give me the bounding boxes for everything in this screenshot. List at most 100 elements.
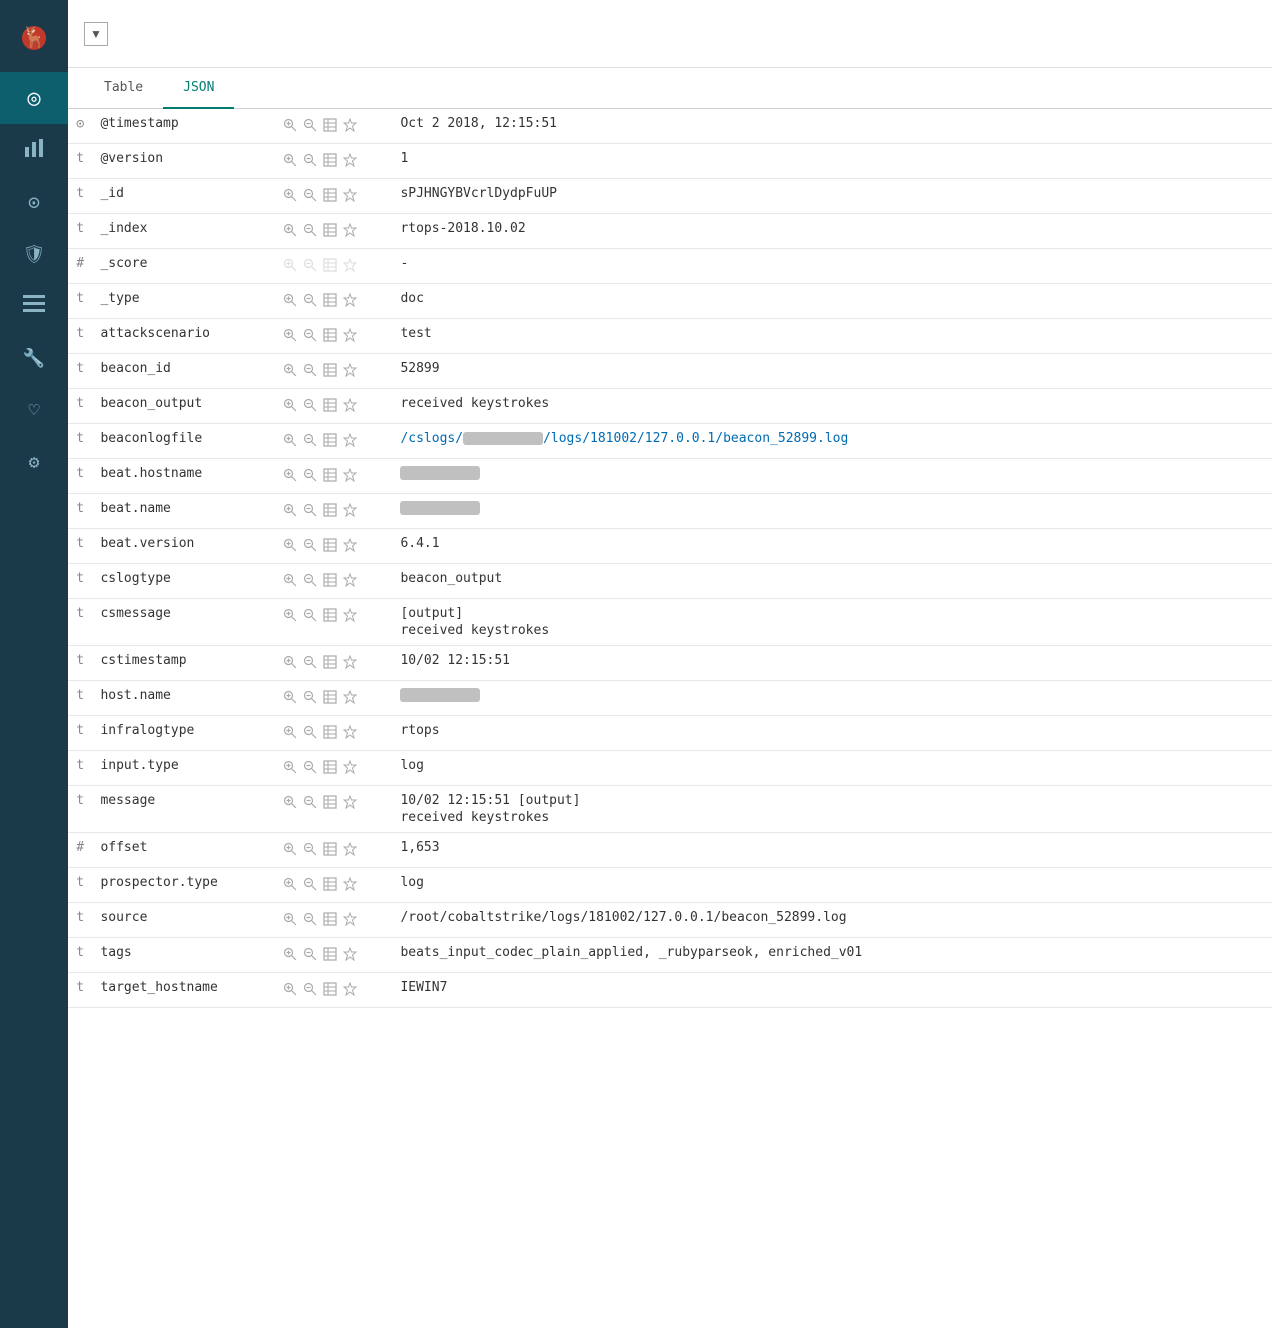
star-icon[interactable] (340, 793, 360, 811)
filter-for-icon[interactable] (280, 758, 300, 776)
filter-out-icon[interactable] (300, 606, 320, 624)
filter-out-icon[interactable] (300, 221, 320, 239)
filter-out-icon[interactable] (300, 910, 320, 928)
filter-out-icon[interactable] (300, 151, 320, 169)
toggle-column-icon[interactable] (320, 256, 340, 274)
filter-out-icon[interactable] (300, 653, 320, 671)
star-icon[interactable] (340, 291, 360, 309)
filter-out-icon[interactable] (300, 875, 320, 893)
filter-out-icon[interactable] (300, 723, 320, 741)
filter-out-icon[interactable] (300, 945, 320, 963)
star-icon[interactable] (340, 980, 360, 998)
star-icon[interactable] (340, 396, 360, 414)
sidebar-item-devtools[interactable]: 🔧 (0, 332, 68, 384)
filter-for-icon[interactable] (280, 945, 300, 963)
filter-for-icon[interactable] (280, 431, 300, 449)
filter-for-icon[interactable] (280, 606, 300, 624)
filter-out-icon[interactable] (300, 501, 320, 519)
toggle-column-icon[interactable] (320, 723, 340, 741)
filter-for-icon[interactable] (280, 793, 300, 811)
toggle-column-icon[interactable] (320, 116, 340, 134)
filter-for-icon[interactable] (280, 910, 300, 928)
filter-for-icon[interactable] (280, 151, 300, 169)
filter-for-icon[interactable] (280, 723, 300, 741)
toggle-column-icon[interactable] (320, 466, 340, 484)
sidebar-item-dashboard[interactable]: ⊙ (0, 176, 68, 228)
toggle-column-icon[interactable] (320, 840, 340, 858)
star-icon[interactable] (340, 688, 360, 706)
toggle-column-icon[interactable] (320, 396, 340, 414)
filter-out-icon[interactable] (300, 361, 320, 379)
filter-out-icon[interactable] (300, 291, 320, 309)
filter-for-icon[interactable] (280, 326, 300, 344)
sidebar-item-shield[interactable]: 🛡 (0, 228, 68, 280)
sidebar-item-visualize[interactable] (0, 124, 68, 176)
star-icon[interactable] (340, 501, 360, 519)
tab-table[interactable]: Table (84, 68, 163, 109)
toggle-column-icon[interactable] (320, 653, 340, 671)
star-icon[interactable] (340, 326, 360, 344)
filter-out-icon[interactable] (300, 396, 320, 414)
filter-for-icon[interactable] (280, 840, 300, 858)
star-icon[interactable] (340, 758, 360, 776)
star-icon[interactable] (340, 361, 360, 379)
star-icon[interactable] (340, 945, 360, 963)
filter-for-icon[interactable] (280, 501, 300, 519)
sidebar-item-management[interactable] (0, 280, 68, 332)
star-icon[interactable] (340, 151, 360, 169)
filter-out-icon[interactable] (300, 793, 320, 811)
toggle-column-icon[interactable] (320, 431, 340, 449)
star-icon[interactable] (340, 653, 360, 671)
filter-out-icon[interactable] (300, 186, 320, 204)
filter-out-icon[interactable] (300, 571, 320, 589)
star-icon[interactable] (340, 606, 360, 624)
toggle-column-icon[interactable] (320, 606, 340, 624)
filter-out-icon[interactable] (300, 536, 320, 554)
toggle-column-icon[interactable] (320, 875, 340, 893)
filter-out-icon[interactable] (300, 980, 320, 998)
star-icon[interactable] (340, 910, 360, 928)
star-icon[interactable] (340, 256, 360, 274)
filter-for-icon[interactable] (280, 291, 300, 309)
toggle-column-icon[interactable] (320, 571, 340, 589)
filter-out-icon[interactable] (300, 431, 320, 449)
toggle-column-icon[interactable] (320, 326, 340, 344)
toggle-column-icon[interactable] (320, 688, 340, 706)
filter-for-icon[interactable] (280, 466, 300, 484)
filter-for-icon[interactable] (280, 653, 300, 671)
star-icon[interactable] (340, 466, 360, 484)
tab-json[interactable]: JSON (163, 68, 234, 109)
toggle-column-icon[interactable] (320, 361, 340, 379)
toggle-column-icon[interactable] (320, 186, 340, 204)
toggle-column-icon[interactable] (320, 980, 340, 998)
filter-for-icon[interactable] (280, 536, 300, 554)
filter-out-icon[interactable] (300, 326, 320, 344)
filter-for-icon[interactable] (280, 980, 300, 998)
filter-for-icon[interactable] (280, 116, 300, 134)
star-icon[interactable] (340, 840, 360, 858)
toggle-column-icon[interactable] (320, 536, 340, 554)
filter-for-icon[interactable] (280, 221, 300, 239)
toggle-column-icon[interactable] (320, 151, 340, 169)
filter-out-icon[interactable] (300, 758, 320, 776)
filter-for-icon[interactable] (280, 875, 300, 893)
toggle-column-icon[interactable] (320, 793, 340, 811)
filter-for-icon[interactable] (280, 571, 300, 589)
star-icon[interactable] (340, 571, 360, 589)
star-icon[interactable] (340, 875, 360, 893)
filter-for-icon[interactable] (280, 361, 300, 379)
filter-out-icon[interactable] (300, 840, 320, 858)
filter-out-icon[interactable] (300, 116, 320, 134)
star-icon[interactable] (340, 723, 360, 741)
toggle-column-icon[interactable] (320, 501, 340, 519)
star-icon[interactable] (340, 431, 360, 449)
star-icon[interactable] (340, 536, 360, 554)
toggle-column-icon[interactable] (320, 945, 340, 963)
toggle-column-icon[interactable] (320, 291, 340, 309)
toggle-column-icon[interactable] (320, 221, 340, 239)
filter-for-icon[interactable] (280, 396, 300, 414)
star-icon[interactable] (340, 221, 360, 239)
sidebar-item-settings[interactable]: ⚙ (0, 436, 68, 488)
star-icon[interactable] (340, 186, 360, 204)
filter-out-icon[interactable] (300, 466, 320, 484)
